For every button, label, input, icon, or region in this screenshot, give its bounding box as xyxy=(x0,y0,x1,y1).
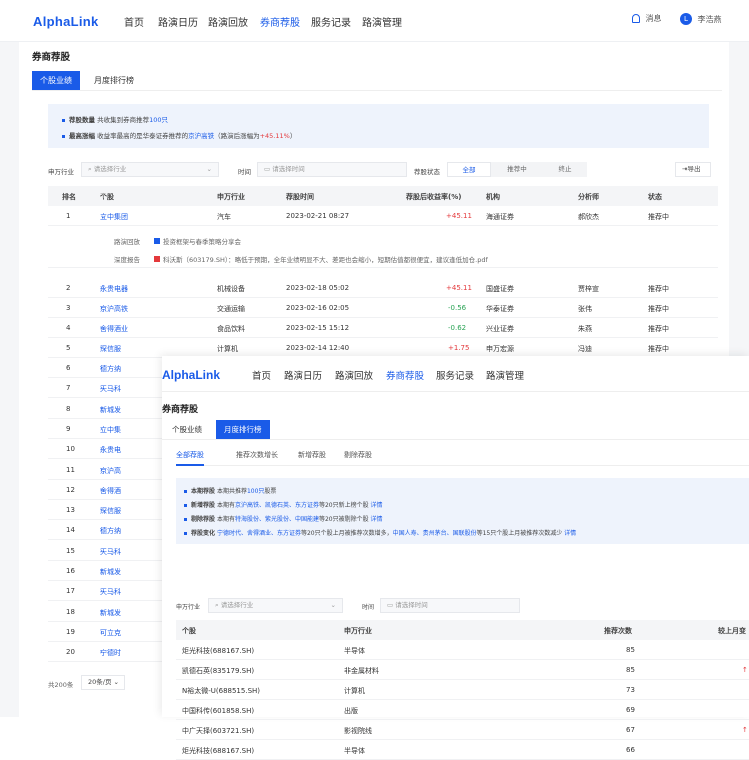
table-row[interactable]: 1 ⌄ 立中集团 汽车 2023-02-21 08:27 +45.11 海通证券… xyxy=(48,206,718,226)
nav-broker-picks[interactable]: 券商荐股 xyxy=(260,14,300,29)
export-button[interactable]: ⇥导出 xyxy=(675,162,711,177)
col-time: 荐股时间 xyxy=(286,193,314,201)
nav-service-records[interactable]: 服务记录 xyxy=(311,14,351,29)
roadshow-label: 路演回放 xyxy=(114,238,140,246)
status-recommending[interactable]: 推荐中 xyxy=(491,162,543,177)
overlay-nav-replay[interactable]: 路演回放 xyxy=(335,368,373,382)
chevron-down-icon: ⌄ xyxy=(206,165,212,173)
video-icon xyxy=(154,238,160,244)
time-picker[interactable]: ▭ 请选择时间 xyxy=(257,162,407,177)
detail-link[interactable]: 详情 xyxy=(564,530,576,537)
user-name: 李浩燕 xyxy=(697,14,722,24)
overlay-navbar: AlphaLink 首页 路演日历 路演回放 券商荐股 服务记录 路演管理 xyxy=(162,356,749,392)
overlay-table-row[interactable]: N裕太微-U(688515.SH) 计算机 73 xyxy=(176,680,749,700)
col-status: 状态 xyxy=(648,193,662,201)
col-rank: 排名 xyxy=(62,193,76,201)
total-count: 共200条 xyxy=(48,681,74,689)
app-logo: AlphaLink xyxy=(33,14,99,29)
detail-link[interactable]: 详情 xyxy=(371,502,383,509)
nav-roadshow-calendar[interactable]: 路演日历 xyxy=(158,14,198,29)
overlay-nav-calendar[interactable]: 路演日历 xyxy=(284,368,322,382)
notice-box: 荐股数量 共收集到券商推荐100只 最高涨幅 收益率最高的是华泰证券推荐的京沪高… xyxy=(48,104,709,148)
subtab-new[interactable]: 新增荐股 xyxy=(298,450,326,460)
subtab-removed[interactable]: 剔除荐股 xyxy=(344,450,372,460)
overlay-notice: 本期荐股 本期共推荐100只股票 新增荐股 本期有京沪高铁、凯德石英、东方证券等… xyxy=(176,478,749,544)
overlay-notice-3: 剔除荐股 本期有特海股份、紫光股份、中国能建等20只被剔除个股 详情 xyxy=(184,514,383,523)
status-terminated[interactable]: 终止 xyxy=(543,162,587,177)
report-label: 深度报告 xyxy=(114,256,140,264)
calendar-icon: ▭ xyxy=(264,165,273,173)
table-header: 排名 个股 ⊤ 申万行业 荐股时间 荐股后收益率(%) 机构 分析师 状态 xyxy=(48,186,718,206)
industry-select[interactable]: ⌕ 请选择行业 ⌄ xyxy=(81,162,219,177)
overlay-tab-stock-performance[interactable]: 个股业绩 xyxy=(168,420,206,439)
overlay-notice-2: 新增荐股 本期有京沪高铁、凯德石英、东方证券等20只新上榜个股 详情 xyxy=(184,500,383,509)
time-filter-label: 时间 xyxy=(238,168,251,176)
col-institution: 机构 xyxy=(486,193,500,201)
overlay-col-stock: 个股 xyxy=(182,627,196,635)
detail-link[interactable]: 详情 xyxy=(371,516,383,523)
filter-icon[interactable]: ⊤ xyxy=(100,192,106,200)
calendar-icon: ▭ xyxy=(387,601,396,609)
table-row[interactable]: 2 › 永贵电器 机械设备 2023-02-18 05:02 +45.11 国盛… xyxy=(48,278,718,298)
chevron-down-icon: ⌄ xyxy=(113,678,119,686)
pdf-icon xyxy=(154,256,160,262)
overlay-time-label: 时间 xyxy=(362,604,375,611)
messages-button[interactable]: 消息 xyxy=(632,13,662,24)
nav-roadshow-management[interactable]: 路演管理 xyxy=(362,14,402,29)
overlay-time-picker[interactable]: ▭ 请选择时间 xyxy=(380,598,520,613)
page-size-select[interactable]: 20条/页 ⌄ xyxy=(81,675,125,690)
report-link[interactable]: 科沃斯（603179.SH）：略低于预期，全年业绩明显不大、差距也会缩小，短期估… xyxy=(154,254,488,264)
chevron-down-icon: ⌄ xyxy=(330,601,336,609)
overlay-industry-label: 申万行业 xyxy=(176,604,201,611)
overlay-col-industry: 申万行业 xyxy=(344,627,372,635)
overlay-card: 券商荐股 个股业绩 月度排行榜 全部荐股 推荐次数增长 新增荐股 剔除荐股 本期… xyxy=(162,392,749,760)
overlay-notice-1: 本期荐股 本期共推荐100只股票 xyxy=(184,486,276,495)
overlay-table-row[interactable]: 中广天择(603721.SH) 影视院线 67 ↑ xyxy=(176,720,749,740)
overlay-subtabs: 全部荐股 推荐次数增长 新增荐股 剔除荐股 xyxy=(176,450,749,466)
status-filter-label: 荐股状态 xyxy=(414,168,440,176)
tab-bar: 个股业绩 月度排行榜 xyxy=(32,71,722,91)
tab-monthly-ranking[interactable]: 月度排行榜 xyxy=(86,71,142,90)
roadshow-link[interactable]: 投资框架与春季策略分享会 xyxy=(154,236,241,246)
notice-line-2: 最高涨幅 收益率最高的是华泰证券推荐的京沪高铁（路演后涨幅为+45.11%） xyxy=(62,130,296,140)
tab-stock-performance[interactable]: 个股业绩 xyxy=(32,71,80,90)
overlay-nav-broker-picks[interactable]: 券商荐股 xyxy=(386,368,424,382)
ranking-screenshot: AlphaLink 首页 路演日历 路演回放 券商荐股 服务记录 路演管理 券商… xyxy=(162,356,749,760)
overlay-nav-service[interactable]: 服务记录 xyxy=(436,368,474,382)
page-title: 券商荐股 xyxy=(32,52,71,63)
overlay-table-header: 个股 申万行业 推荐次数 较上月变 xyxy=(176,620,749,640)
overlay-nav-home[interactable]: 首页 xyxy=(252,368,271,382)
overlay-tab-monthly-ranking[interactable]: 月度排行榜 xyxy=(216,420,270,439)
overlay-logo: AlphaLink xyxy=(162,368,221,382)
industry-filter-label: 申万行业 xyxy=(48,168,74,176)
nav-home[interactable]: 首页 xyxy=(124,14,144,29)
overlay-table-row[interactable]: 凯德石英(835179.SH) 非金属材料 85 ↑ xyxy=(176,660,749,680)
expanded-detail: 路演回放 投资框架与春季策略分享会 深度报告 科沃斯（603179.SH）：略低… xyxy=(48,226,718,268)
table-row[interactable]: 5 › 深信服 计算机 2023-02-14 12:40 +1.75 申万宏源 … xyxy=(48,338,718,358)
overlay-col-count: 推荐次数 xyxy=(604,627,632,635)
user-menu[interactable]: L 李浩燕 xyxy=(680,13,722,25)
overlay-table-row[interactable]: 炬光科技(688167.SH) 半导体 85 xyxy=(176,640,749,660)
status-all[interactable]: 全部 xyxy=(447,162,491,177)
overlay-col-change: 较上月变 xyxy=(718,627,746,635)
overlay-table-row[interactable]: 炬光科技(688167.SH) 半导体 66 xyxy=(176,740,749,760)
subtab-increase[interactable]: 推荐次数增长 xyxy=(236,450,278,460)
nav-roadshow-replay[interactable]: 路演回放 xyxy=(208,14,248,29)
col-industry: 申万行业 xyxy=(217,193,245,201)
overlay-table-row[interactable]: 中国科传(601858.SH) 出版 69 xyxy=(176,700,749,720)
col-return: 荐股后收益率(%) xyxy=(406,193,462,201)
overlay-industry-select[interactable]: ⌕ 请选择行业 ⌄ xyxy=(208,598,343,613)
overlay-nav-management[interactable]: 路演管理 xyxy=(486,368,524,382)
col-analyst: 分析师 xyxy=(578,193,599,201)
overlay-title: 券商荐股 xyxy=(162,405,199,415)
top-navbar: AlphaLink 首页 路演日历 路演回放 券商荐股 服务记录 路演管理 消息… xyxy=(0,0,749,42)
bell-icon xyxy=(632,14,640,23)
notice-line-1: 荐股数量 共收集到券商推荐100只 xyxy=(62,114,168,124)
subtab-all[interactable]: 全部荐股 xyxy=(176,450,204,466)
avatar: L xyxy=(680,13,692,25)
overlay-tabs: 个股业绩 月度排行榜 xyxy=(162,420,749,440)
table-row[interactable]: 3 › 京沪高铁 交通运输 2023-02-16 02:05 -0.56 华泰证… xyxy=(48,298,718,318)
overlay-notice-4: 荐股变化 宁德时代、舍得酒业、东方证券等20只个股上月被推荐次数增多，中国人寿、… xyxy=(184,528,576,537)
table-row[interactable]: 4 › 舍得酒业 食品饮料 2023-02-15 15:12 -0.62 兴业证… xyxy=(48,318,718,338)
